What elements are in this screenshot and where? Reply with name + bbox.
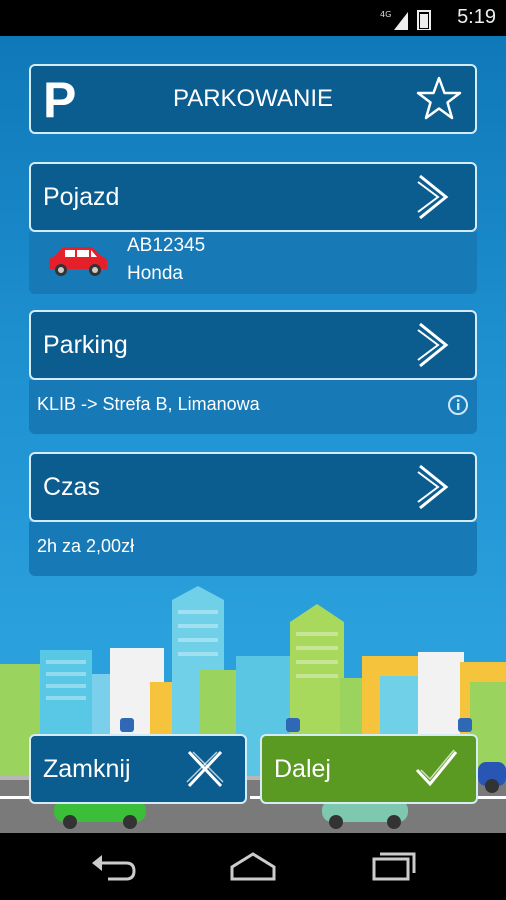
star-icon[interactable] — [415, 75, 463, 123]
vehicle-plate: AB12345 — [127, 235, 206, 256]
car-icon — [49, 247, 107, 276]
parking-details: KLIB -> Strefa B, Limanowa — [29, 380, 477, 434]
clock: 5:19 — [457, 6, 496, 28]
signal-battery-icons: 4G — [380, 10, 431, 30]
time-label: Czas — [43, 473, 100, 501]
close-button[interactable]: Zamknij — [29, 734, 247, 804]
checkmark-icon — [415, 749, 458, 787]
signal-icon — [394, 12, 408, 30]
svg-text:4G: 4G — [380, 10, 391, 19]
back-icon[interactable] — [88, 851, 138, 883]
parking-label: Parking — [43, 331, 128, 359]
close-icon — [186, 750, 224, 788]
vehicle-selector[interactable]: Pojazd — [29, 162, 477, 232]
parking-selector[interactable]: Parking — [29, 310, 477, 380]
vehicle-brand: Honda — [127, 263, 183, 284]
home-icon[interactable] — [228, 851, 278, 883]
chevron-right-icon — [417, 464, 449, 510]
header-bar: P PARKOWANIE — [29, 64, 477, 134]
close-button-label: Zamknij — [43, 755, 131, 783]
chevron-right-icon — [417, 174, 449, 220]
time-details: 2h za 2,00zł — [29, 522, 477, 576]
status-bar: 4G 5:19 — [0, 0, 506, 36]
info-icon[interactable] — [447, 394, 469, 416]
time-summary: 2h za 2,00zł — [37, 536, 135, 556]
next-button-label: Dalej — [274, 755, 331, 783]
system-navigation-bar — [0, 833, 506, 900]
vehicle-details: AB12345 Honda — [29, 232, 477, 294]
next-button[interactable]: Dalej — [260, 734, 478, 804]
app-screen: P PARKOWANIE Pojazd AB12345 Honda Parkin… — [0, 36, 506, 833]
vehicle-label: Pojazd — [43, 183, 120, 211]
page-title: PARKOWANIE — [172, 85, 334, 112]
recent-apps-icon[interactable] — [368, 851, 418, 883]
parking-location: KLIB -> Strefa B, Limanowa — [37, 394, 260, 414]
time-selector[interactable]: Czas — [29, 452, 477, 522]
chevron-right-icon — [417, 322, 449, 368]
